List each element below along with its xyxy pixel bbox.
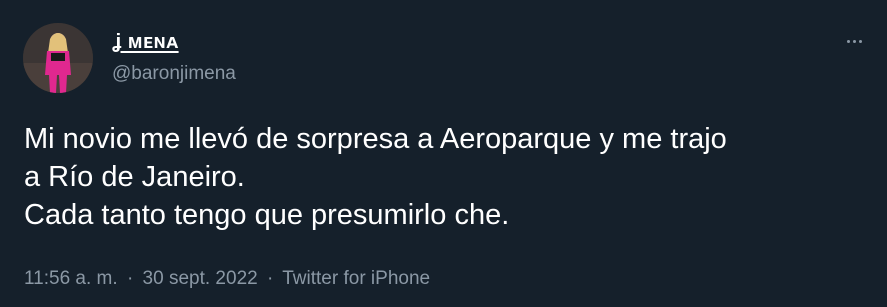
meta-separator: · [126, 268, 134, 289]
more-options-icon[interactable] [838, 31, 870, 51]
tweet-card: ʝ ᴍᴇɴᴀ @baronjimena Mi novio me llevó de… [0, 0, 887, 307]
tweet-source[interactable]: Twitter for iPhone [282, 268, 430, 289]
tweet-text-line: Cada tanto tengo que presumirlo che. [24, 199, 510, 231]
avatar-image [23, 23, 93, 93]
tweet-text-line: a Río de Janeiro. [24, 161, 245, 193]
more-options-dot [858, 39, 862, 43]
meta-separator: · [266, 268, 274, 289]
tweet-text-line: Mi novio me llevó de sorpresa a Aeroparq… [24, 123, 727, 155]
display-name[interactable]: ʝ ᴍᴇɴᴀ [112, 31, 179, 54]
tweet-time[interactable]: 11:56 a. m. [24, 268, 118, 289]
more-options-dot [852, 39, 856, 43]
more-options-dot [846, 39, 850, 43]
tweet-text: Mi novio me llevó de sorpresa a Aeroparq… [24, 120, 874, 234]
tweet-meta: 11:56 a. m. · 30 sept. 2022 · Twitter fo… [24, 268, 430, 290]
tweet-date[interactable]: 30 sept. 2022 [143, 268, 258, 289]
avatar[interactable] [23, 23, 93, 93]
user-handle[interactable]: @baronjimena [112, 63, 236, 85]
